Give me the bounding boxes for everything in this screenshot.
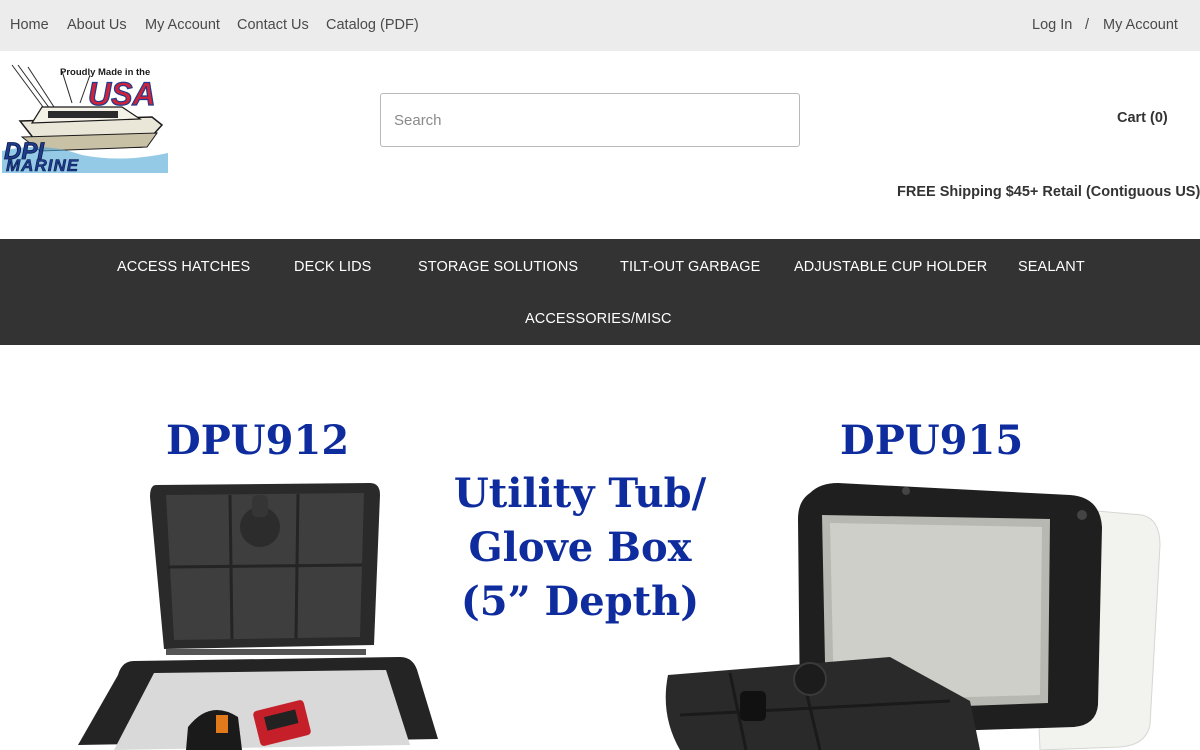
category-sealant[interactable]: SEALANT: [1018, 259, 1085, 275]
category-tilt-out-garbage[interactable]: TILT-OUT GARBAGE: [620, 259, 760, 275]
nav-contact-us-link[interactable]: Contact Us: [237, 17, 309, 33]
category-adjustable-cup-holder[interactable]: ADJUSTABLE CUP HOLDER: [794, 259, 987, 275]
header-my-account-link[interactable]: My Account: [1103, 17, 1178, 33]
site-header: Proudly Made in the USA DPI MARINE Cart …: [0, 51, 1200, 239]
category-storage-solutions[interactable]: STORAGE SOLUTIONS: [418, 259, 578, 275]
account-separator: /: [1085, 17, 1090, 33]
dpu915-product-image: [665, 483, 1161, 750]
hero-banner[interactable]: DPU912 DPU915 Utility Tub/ Glove Box (5”…: [0, 345, 1200, 750]
nav-home-link[interactable]: Home: [10, 17, 49, 33]
category-access-hatches[interactable]: ACCESS HATCHES: [117, 259, 250, 275]
category-deck-lids[interactable]: DECK LIDS: [294, 259, 371, 275]
logo-marine-text: MARINE: [6, 156, 79, 173]
search-input[interactable]: [380, 93, 800, 147]
cart-link[interactable]: Cart (0): [1117, 110, 1168, 126]
category-accessories-misc[interactable]: ACCESSORIES/MISC: [525, 311, 672, 327]
right-model-title: DPU915: [840, 417, 1024, 464]
nav-my-account-link[interactable]: My Account: [145, 17, 220, 33]
free-shipping-notice: FREE Shipping $45+ Retail (Contiguous US…: [897, 184, 1200, 200]
left-model-title: DPU912: [166, 417, 350, 464]
nav-catalog-pdf-link[interactable]: Catalog (PDF): [326, 17, 419, 33]
nav-about-us-link[interactable]: About Us: [67, 17, 127, 33]
top-utility-bar: Home About Us My Account Contact Us Cata…: [0, 0, 1200, 51]
login-link[interactable]: Log In: [1032, 17, 1072, 33]
dpu912-product-image: [78, 483, 438, 750]
dpi-marine-logo[interactable]: Proudly Made in the USA DPI MARINE: [2, 63, 170, 175]
logo-usa-text: USA: [88, 76, 156, 112]
dpi-marine-logo-graphic: Proudly Made in the USA DPI MARINE: [2, 64, 168, 175]
main-category-nav: ACCESS HATCHES DECK LIDS STORAGE SOLUTIO…: [0, 239, 1200, 345]
